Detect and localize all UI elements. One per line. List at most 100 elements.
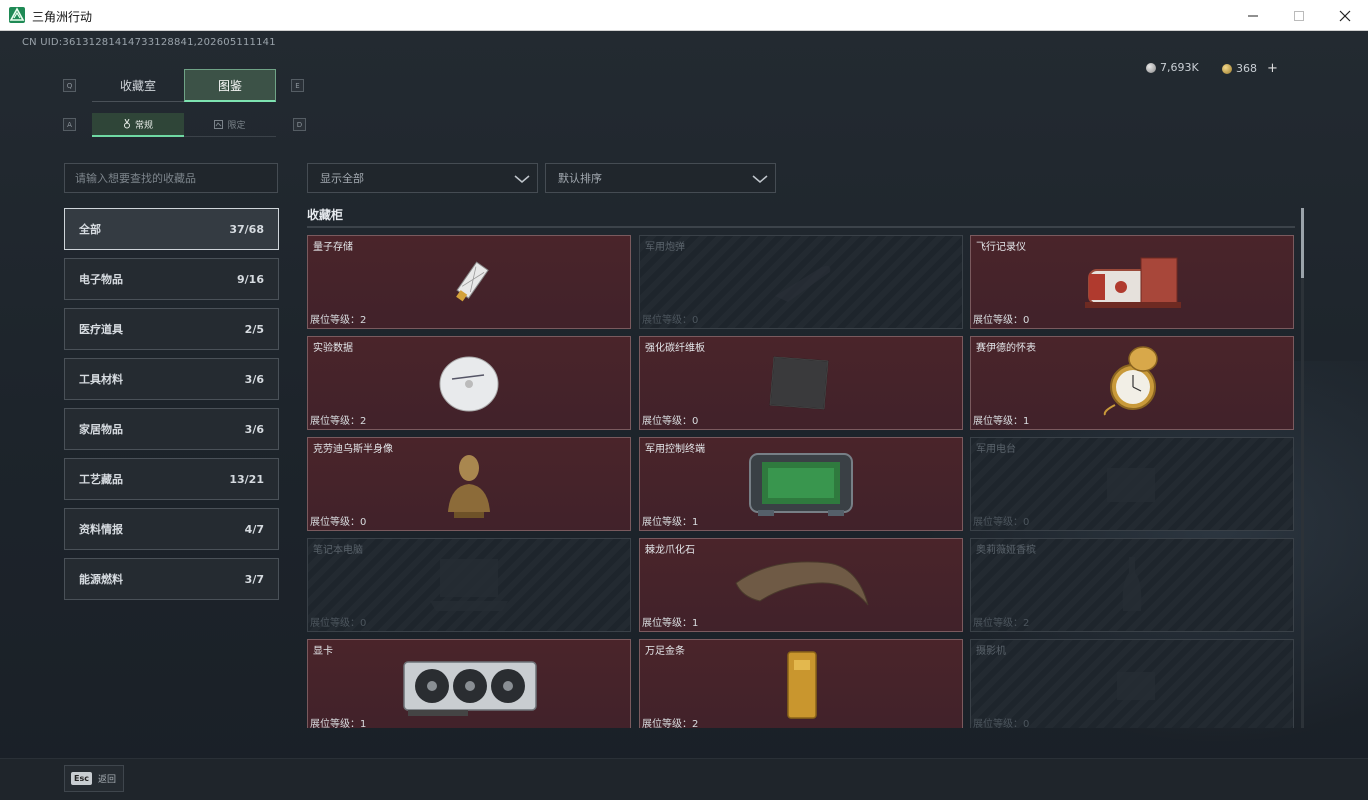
- esc-key-icon: Esc: [71, 772, 92, 785]
- item-name: 笔记本电脑: [313, 545, 363, 556]
- category-label: 能源燃料: [79, 573, 123, 586]
- key-hint-d: D: [293, 118, 306, 131]
- collection-card[interactable]: 奥莉薇娅香槟 展位等级：2: [970, 538, 1294, 632]
- category-crafts[interactable]: 工艺藏品 13/21: [64, 458, 279, 500]
- category-label: 工艺藏品: [79, 473, 123, 486]
- category-count: 2/5: [244, 322, 264, 336]
- filter-value: 显示全部: [320, 172, 364, 185]
- category-tools[interactable]: 工具材料 3/6: [64, 358, 279, 400]
- item-name: 强化碳纤维板: [645, 343, 705, 354]
- gpu-icon: [403, 661, 537, 716]
- category-electronics[interactable]: 电子物品 9/16: [64, 258, 279, 300]
- item-level: 展位等级：2: [310, 416, 367, 427]
- tab-catalog[interactable]: 图鉴: [184, 69, 276, 102]
- subtab-label: 常规: [134, 120, 153, 131]
- item-level: 展位等级：1: [310, 719, 367, 728]
- category-all[interactable]: 全部 37/68: [64, 208, 279, 250]
- app-logo-icon: [9, 7, 25, 23]
- category-count: 3/7: [244, 572, 264, 586]
- gold-coin-icon: [1222, 63, 1232, 74]
- category-label: 全部: [79, 223, 101, 236]
- window-titlebar: 三角洲行动: [0, 0, 1368, 31]
- category-fuel[interactable]: 能源燃料 3/7: [64, 558, 279, 600]
- collection-card[interactable]: 棘龙爪化石 展位等级：1: [639, 538, 963, 632]
- radio-icon: [1107, 468, 1155, 502]
- item-name: 棘龙爪化石: [645, 545, 695, 556]
- flight-recorder-icon: [1085, 257, 1181, 308]
- item-level: 展位等级：0: [642, 416, 699, 427]
- collection-card[interactable]: 军用电台 展位等级：0: [970, 437, 1294, 531]
- scrollbar-thumb[interactable]: [1301, 208, 1304, 278]
- collection-card[interactable]: 军用控制终端 展位等级：1: [639, 437, 963, 531]
- item-name: 军用炮弹: [645, 242, 685, 253]
- item-level: 展位等级：2: [973, 618, 1030, 629]
- collection-card[interactable]: 飞行记录仪 展位等级：0: [970, 235, 1294, 329]
- claw-fossil-icon: [735, 561, 869, 606]
- tab-label: 图鉴: [217, 78, 242, 93]
- collection-card[interactable]: 万足金条 展位等级：2: [639, 639, 963, 728]
- item-level: 展位等级：1: [973, 416, 1030, 427]
- collection-card[interactable]: 量子存储 展位等级：2: [307, 235, 631, 329]
- item-name: 量子存储: [313, 242, 353, 253]
- scrollbar[interactable]: [1301, 208, 1304, 728]
- item-level: 展位等级：1: [642, 517, 699, 528]
- subtab-label: 限定: [227, 121, 246, 131]
- collection-card[interactable]: 克劳迪乌斯半身像 展位等级：0: [307, 437, 631, 531]
- item-name: 奥莉薇娅香槟: [976, 545, 1036, 556]
- tab-collection-room[interactable]: 收藏室: [92, 69, 184, 102]
- item-level: 展位等级：0: [973, 517, 1030, 528]
- category-label: 资料情报: [79, 523, 123, 536]
- sort-dropdown[interactable]: 默认排序: [545, 163, 776, 193]
- close-button[interactable]: [1322, 0, 1368, 31]
- item-level: 展位等级：0: [973, 315, 1030, 326]
- back-label: 返回: [97, 775, 116, 785]
- section-title: 收藏柜: [307, 208, 344, 222]
- window-title: 三角洲行动: [32, 10, 93, 24]
- collection-card[interactable]: 强化碳纤维板 展位等级：0: [639, 336, 963, 430]
- limited-icon: [214, 120, 224, 129]
- collection-card[interactable]: 笔记本电脑 展位等级：0: [307, 538, 631, 632]
- laptop-icon: [430, 559, 508, 611]
- item-name: 摄影机: [976, 646, 1006, 657]
- silver-coin-icon: [1146, 62, 1156, 73]
- collection-card[interactable]: 实验数据 展位等级：2: [307, 336, 631, 430]
- category-intel[interactable]: 资料情报 4/7: [64, 508, 279, 550]
- collection-card[interactable]: 摄影机 展位等级：0: [970, 639, 1294, 728]
- chevron-down-icon: [752, 175, 768, 183]
- back-button[interactable]: Esc 返回: [64, 765, 124, 792]
- item-level: 展位等级：0: [642, 315, 699, 326]
- add-currency-button[interactable]: +: [1267, 61, 1278, 76]
- subtab-limited[interactable]: 限定: [184, 113, 276, 137]
- gold-amount: 368: [1236, 62, 1257, 75]
- minimize-button[interactable]: [1230, 0, 1276, 31]
- tab-label: 收藏室: [119, 78, 156, 93]
- carbon-plate-icon: [769, 356, 829, 410]
- usb-drive-icon: [456, 261, 489, 302]
- item-name: 军用控制终端: [645, 444, 705, 455]
- subtab-regular[interactable]: 常规: [92, 113, 184, 137]
- silver-currency: 7,693K: [1146, 61, 1199, 74]
- sort-value: 默认排序: [558, 172, 602, 185]
- search-input[interactable]: 请输入想要查找的收藏品: [64, 163, 278, 193]
- collection-card[interactable]: 显卡 展位等级：1: [307, 639, 631, 728]
- category-count: 37/68: [229, 222, 264, 236]
- filter-dropdown[interactable]: 显示全部: [307, 163, 538, 193]
- item-name: 克劳迪乌斯半身像: [313, 444, 393, 455]
- category-count: 3/6: [244, 422, 264, 436]
- collection-card[interactable]: 军用炮弹 展位等级：0: [639, 235, 963, 329]
- category-label: 工具材料: [79, 373, 123, 386]
- maximize-button[interactable]: [1276, 0, 1322, 31]
- gold-bar-icon: [787, 651, 817, 719]
- category-household[interactable]: 家居物品 3/6: [64, 408, 279, 450]
- silver-amount: 7,693K: [1160, 61, 1199, 74]
- game-area: CN UID:36131281414733128841,202605111141…: [0, 31, 1368, 800]
- category-medical[interactable]: 医疗道具 2/5: [64, 308, 279, 350]
- item-level: 展位等级：0: [310, 618, 367, 629]
- collection-card[interactable]: 赛伊德的怀表 展位等级：1: [970, 336, 1294, 430]
- footer-bar: [0, 758, 1368, 800]
- category-label: 电子物品: [79, 273, 123, 286]
- item-level: 展位等级：2: [310, 315, 367, 326]
- item-level: 展位等级：1: [642, 618, 699, 629]
- item-level: 展位等级：2: [642, 719, 699, 728]
- category-count: 4/7: [244, 522, 264, 536]
